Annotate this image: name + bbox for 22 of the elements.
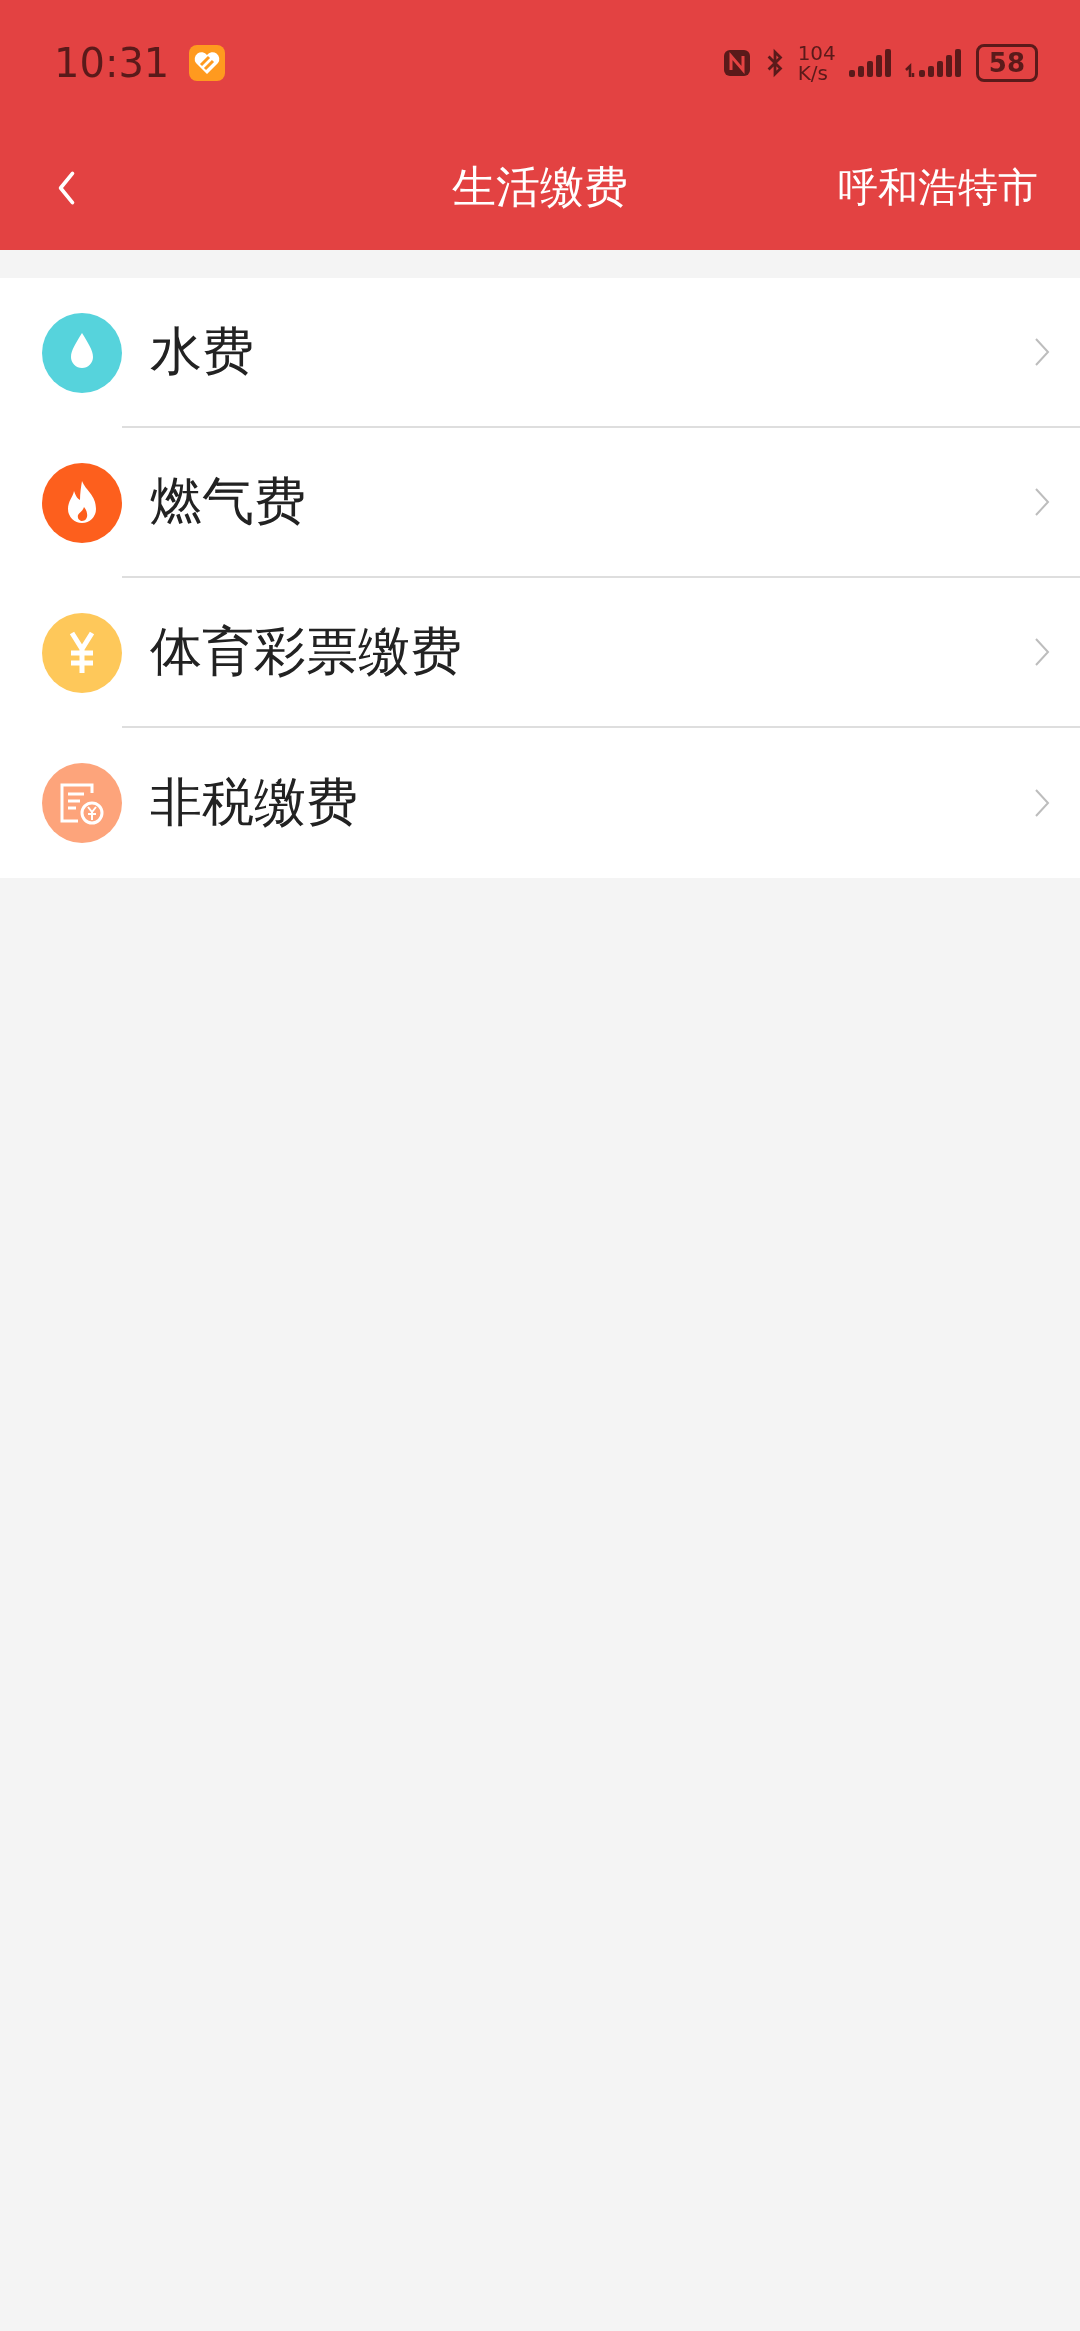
payment-item[interactable]: 水费 — [0, 278, 1080, 428]
payment-item-label: 水费 — [150, 320, 255, 383]
chevron-right-icon — [1034, 788, 1050, 818]
chevron-right-icon — [1034, 337, 1050, 367]
signal-icon — [847, 47, 892, 78]
city-selector[interactable]: 呼和浩特市 — [838, 160, 1038, 215]
battery-indicator: 58 — [975, 43, 1038, 82]
payment-item-label: 体育彩票缴费 — [150, 620, 463, 683]
payment-item[interactable]: 体育彩票缴费 — [0, 578, 1080, 728]
status-time: 10:31 — [54, 39, 170, 86]
payment-item[interactable]: 非税缴费 — [0, 728, 1080, 878]
page-title: 生活缴费 — [451, 160, 629, 214]
signal-icon — [903, 47, 964, 78]
nfc-icon — [721, 47, 752, 78]
payment-item[interactable]: 燃气费 — [0, 428, 1080, 578]
network-speed-unit: K/s — [797, 62, 829, 83]
network-speed-value: 104 — [797, 42, 836, 63]
app-notification-icon — [189, 44, 226, 81]
payment-item-label: 非税缴费 — [150, 771, 359, 834]
payment-item-label: 燃气费 — [150, 470, 307, 533]
chevron-right-icon — [1034, 487, 1050, 517]
chevron-right-icon — [1034, 637, 1050, 667]
